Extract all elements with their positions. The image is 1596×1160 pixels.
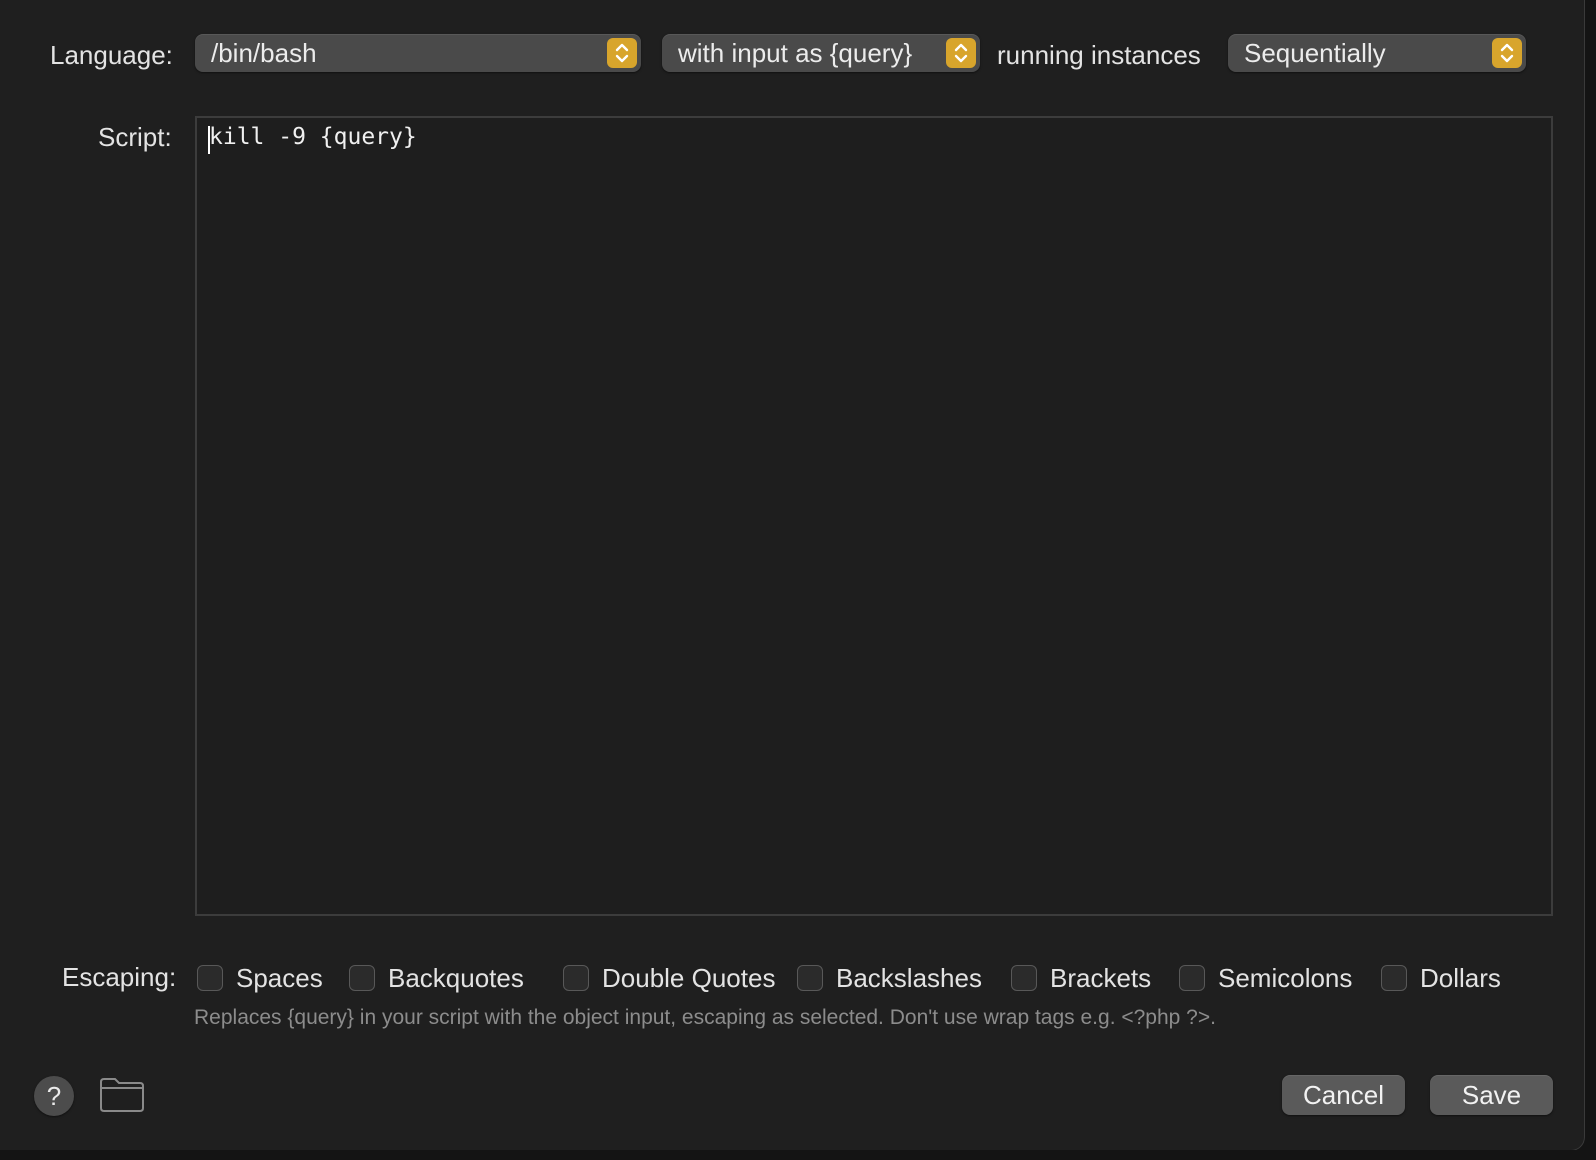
checkbox-label-brackets[interactable]: Brackets: [1050, 963, 1151, 994]
checkbox-label-double-quotes[interactable]: Double Quotes: [602, 963, 775, 994]
checkbox-label-dollars[interactable]: Dollars: [1420, 963, 1501, 994]
cancel-button[interactable]: Cancel: [1282, 1075, 1405, 1115]
script-editor[interactable]: kill -9 {query}: [195, 116, 1553, 916]
script-code[interactable]: kill -9 {query}: [209, 124, 417, 150]
escaping-hint: Replaces {query} in your script with the…: [194, 1006, 1216, 1029]
save-button[interactable]: Save: [1430, 1075, 1553, 1115]
checkbox-dollars[interactable]: [1381, 965, 1407, 991]
language-value: /bin/bash: [211, 38, 317, 68]
help-button[interactable]: ?: [34, 1076, 74, 1116]
script-settings-dialog: Language: /bin/bash with input as {query…: [0, 0, 1585, 1151]
checkbox-double-quotes[interactable]: [563, 965, 589, 991]
language-label: Language:: [50, 40, 173, 70]
checkbox-label-backquotes[interactable]: Backquotes: [388, 963, 524, 994]
folder-icon[interactable]: [99, 1076, 145, 1112]
text-caret: [208, 126, 210, 154]
checkbox-brackets[interactable]: [1011, 965, 1037, 991]
checkbox-label-semicolons[interactable]: Semicolons: [1218, 963, 1352, 994]
checkbox-backslashes[interactable]: [797, 965, 823, 991]
instances-value: Sequentially: [1244, 38, 1386, 68]
input-mode-popup[interactable]: with input as {query}: [662, 34, 980, 72]
desktop-background: [0, 1150, 1596, 1160]
checkbox-semicolons[interactable]: [1179, 965, 1205, 991]
chevron-updown-icon: [946, 38, 976, 68]
checkbox-label-spaces[interactable]: Spaces: [236, 963, 323, 994]
checkbox-label-backslashes[interactable]: Backslashes: [836, 963, 982, 994]
input-mode-value: with input as {query}: [678, 38, 913, 68]
checkbox-spaces[interactable]: [197, 965, 223, 991]
question-mark-icon: ?: [46, 1081, 62, 1111]
escaping-label: Escaping:: [62, 962, 177, 992]
chevron-updown-icon: [607, 38, 637, 68]
script-label: Script:: [98, 122, 172, 152]
language-popup[interactable]: /bin/bash: [195, 34, 641, 72]
checkbox-backquotes[interactable]: [349, 965, 375, 991]
chevron-updown-icon: [1492, 38, 1522, 68]
running-instances-label: running instances: [997, 40, 1201, 70]
instances-popup[interactable]: Sequentially: [1228, 34, 1526, 72]
